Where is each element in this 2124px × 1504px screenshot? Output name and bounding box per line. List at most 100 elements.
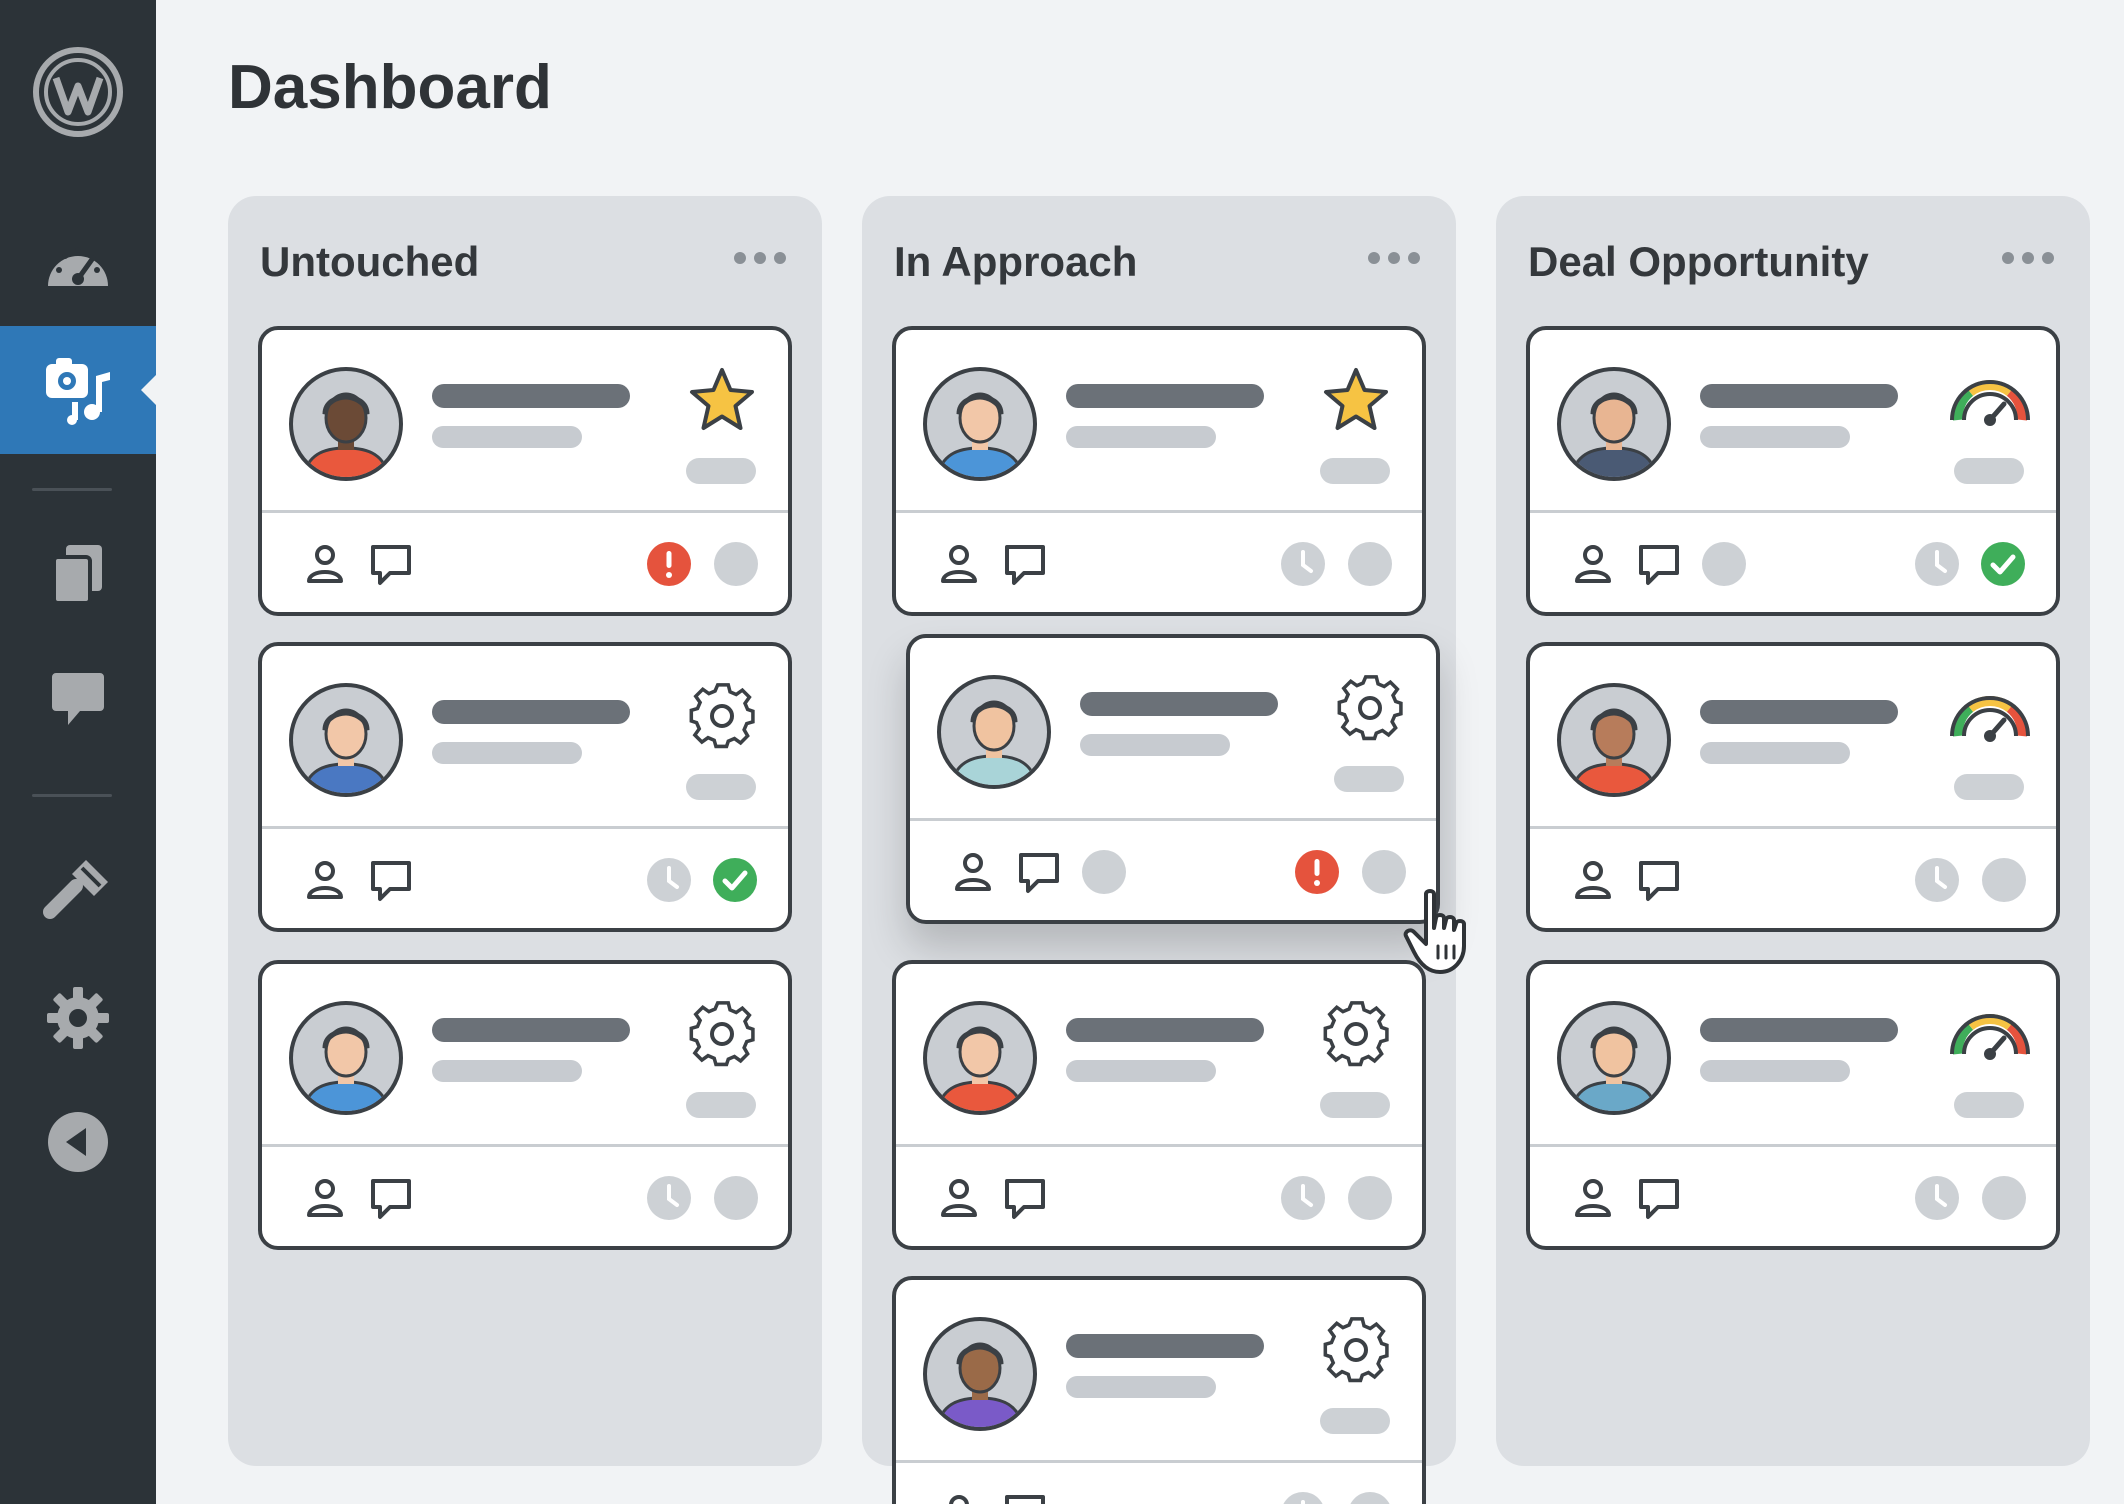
tag-placeholder xyxy=(686,458,756,484)
avatar xyxy=(936,674,1052,790)
card-footer xyxy=(896,513,1422,612)
comment-icon[interactable] xyxy=(1002,1175,1048,1221)
media-icon[interactable] xyxy=(0,326,157,454)
tag-placeholder xyxy=(686,1092,756,1118)
user-icon[interactable] xyxy=(302,541,348,587)
name-placeholder xyxy=(432,1018,630,1042)
user-icon[interactable] xyxy=(1570,541,1616,587)
avatar xyxy=(922,366,1038,482)
comment-icon[interactable] xyxy=(368,1175,414,1221)
card-footer xyxy=(910,821,1436,920)
column-title: Untouched xyxy=(260,238,480,285)
user-icon[interactable] xyxy=(936,541,982,587)
column-title: Deal Opportunity xyxy=(1528,238,1869,285)
page-title: Dashboard xyxy=(228,53,552,122)
name-placeholder xyxy=(1066,1334,1264,1358)
name-placeholder xyxy=(1700,1018,1898,1042)
admin-sidebar xyxy=(0,0,157,1504)
comment-icon[interactable] xyxy=(1636,541,1682,587)
comments-icon[interactable] xyxy=(0,640,156,760)
card-footer xyxy=(262,1147,788,1246)
status-circle xyxy=(714,542,758,586)
column-more-icon[interactable] xyxy=(2002,252,2054,264)
subtitle-placeholder xyxy=(1080,734,1230,756)
name-placeholder xyxy=(1700,700,1898,724)
tag-placeholder xyxy=(1954,1092,2024,1118)
pages-icon[interactable] xyxy=(0,514,156,634)
gear-icon xyxy=(684,996,760,1072)
lead-card[interactable] xyxy=(258,642,792,932)
clock-icon xyxy=(1914,1175,1960,1221)
subtitle-placeholder xyxy=(1700,742,1850,764)
avatar xyxy=(922,1316,1038,1432)
lead-card[interactable] xyxy=(258,326,792,616)
subtitle-placeholder xyxy=(1700,1060,1850,1082)
status-circle xyxy=(1982,858,2026,902)
user-icon[interactable] xyxy=(1570,857,1616,903)
tag-placeholder xyxy=(1320,1408,1390,1434)
tools-icon[interactable] xyxy=(0,830,156,950)
tag-placeholder xyxy=(1334,766,1404,792)
name-placeholder xyxy=(432,700,630,724)
dashboard-gauge-icon[interactable] xyxy=(0,204,156,324)
collapse-menu-icon[interactable] xyxy=(0,1082,156,1202)
subtitle-placeholder xyxy=(432,426,582,448)
clock-icon xyxy=(1914,857,1960,903)
user-icon[interactable] xyxy=(302,1175,348,1221)
gauge-icon xyxy=(1948,996,2032,1072)
card-footer xyxy=(1530,829,2056,928)
status-circle xyxy=(1082,850,1126,894)
comment-icon[interactable] xyxy=(1016,849,1062,895)
column-more-icon[interactable] xyxy=(1368,252,1420,264)
wordpress-logo-icon[interactable] xyxy=(0,32,156,152)
user-icon[interactable] xyxy=(950,849,996,895)
column-more-icon[interactable] xyxy=(734,252,786,264)
user-icon[interactable] xyxy=(302,857,348,903)
status-circle xyxy=(1348,1176,1392,1220)
clock-icon xyxy=(1280,1491,1326,1504)
user-icon[interactable] xyxy=(1570,1175,1616,1221)
lead-card[interactable] xyxy=(258,960,792,1250)
status-circle xyxy=(1702,542,1746,586)
comment-icon[interactable] xyxy=(368,541,414,587)
avatar xyxy=(922,1000,1038,1116)
comment-icon[interactable] xyxy=(1636,857,1682,903)
lead-card[interactable] xyxy=(1526,326,2060,616)
star-icon xyxy=(1318,362,1394,438)
comment-icon[interactable] xyxy=(368,857,414,903)
avatar xyxy=(1556,1000,1672,1116)
tag-placeholder xyxy=(686,774,756,800)
lead-card-dragging[interactable] xyxy=(906,634,1440,924)
card-footer xyxy=(262,513,788,612)
subtitle-placeholder xyxy=(1066,1376,1216,1398)
lead-card[interactable] xyxy=(892,960,1426,1250)
card-footer xyxy=(896,1463,1422,1504)
name-placeholder xyxy=(1080,692,1278,716)
card-footer xyxy=(1530,513,2056,612)
star-icon xyxy=(684,362,760,438)
tag-placeholder xyxy=(1320,458,1390,484)
avatar xyxy=(1556,682,1672,798)
status-circle xyxy=(1348,542,1392,586)
subtitle-placeholder xyxy=(1066,426,1216,448)
user-icon[interactable] xyxy=(936,1491,982,1504)
settings-gear-icon[interactable] xyxy=(0,958,156,1078)
card-footer xyxy=(896,1147,1422,1246)
avatar xyxy=(288,366,404,482)
gauge-icon xyxy=(1948,362,2032,438)
name-placeholder xyxy=(1700,384,1898,408)
lead-card[interactable] xyxy=(892,326,1426,616)
lead-card[interactable] xyxy=(1526,642,2060,932)
status-circle xyxy=(1362,850,1406,894)
lead-card[interactable] xyxy=(1526,960,2060,1250)
check-icon xyxy=(1980,541,2026,587)
comment-icon[interactable] xyxy=(1002,541,1048,587)
user-icon[interactable] xyxy=(936,1175,982,1221)
hand-pointer-cursor-icon xyxy=(1403,889,1466,974)
comment-icon[interactable] xyxy=(1636,1175,1682,1221)
comment-icon[interactable] xyxy=(1002,1491,1048,1504)
status-circle xyxy=(714,1176,758,1220)
lead-card[interactable] xyxy=(892,1276,1426,1504)
tag-placeholder xyxy=(1954,774,2024,800)
name-placeholder xyxy=(1066,384,1264,408)
